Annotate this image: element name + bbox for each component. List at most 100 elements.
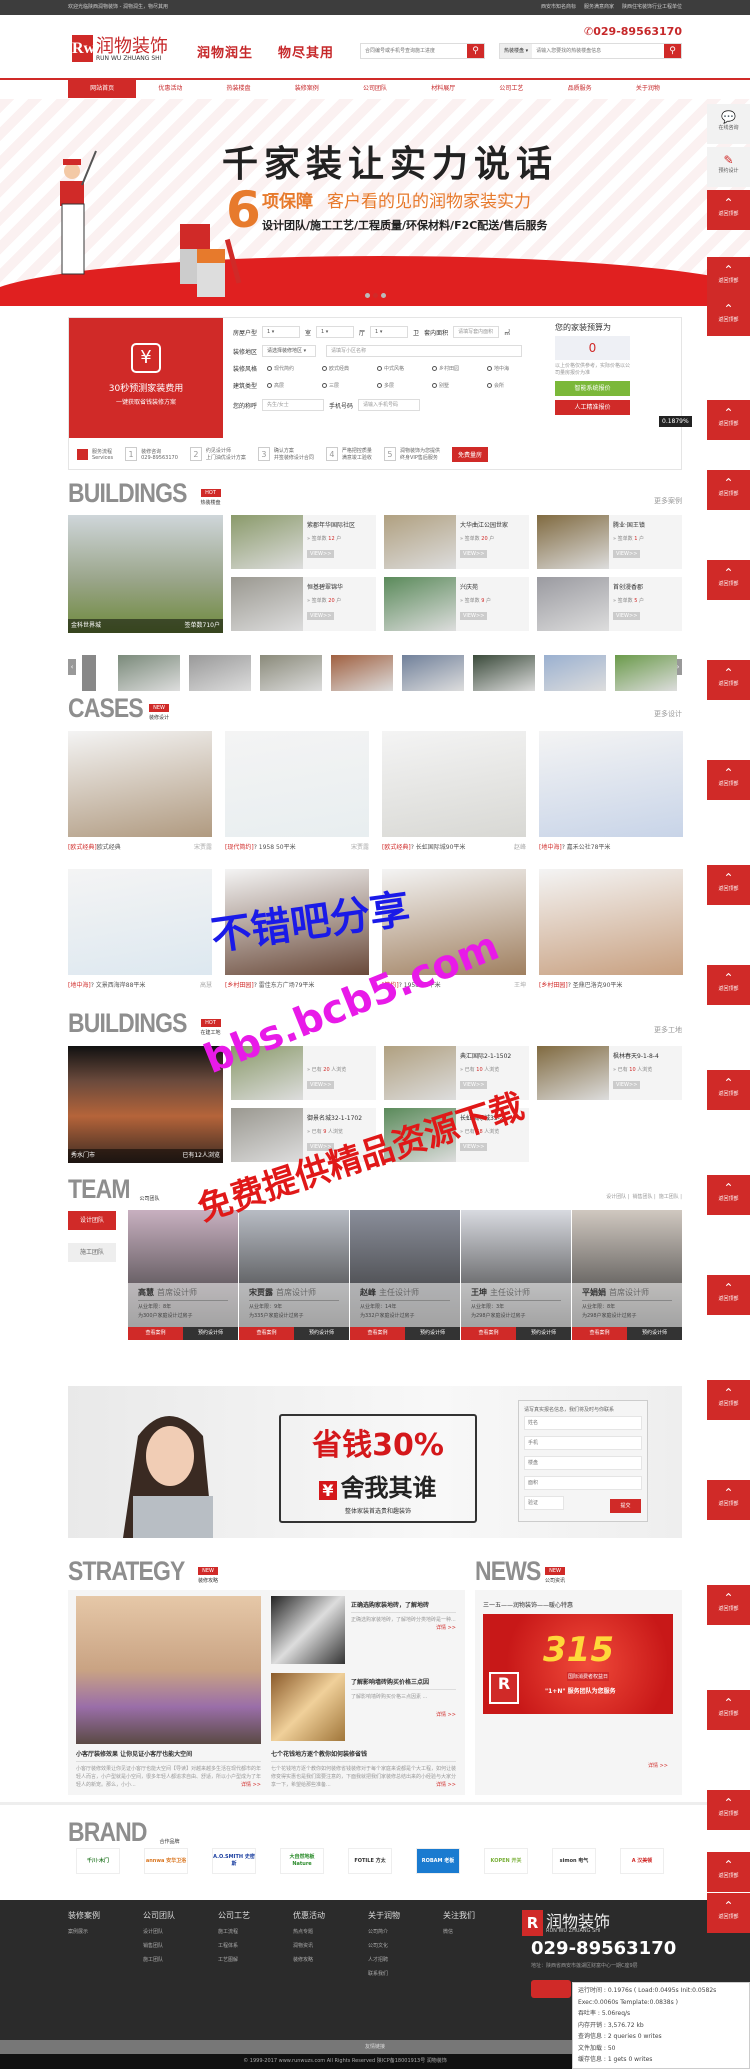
case-caption[interactable]: [简约]? 1958 66平米 王坤 — [382, 980, 526, 989]
team-member[interactable]: 平娟娟 首席设计师 从业年限：8年 为298户家庭设计过房子 查看案例 预约设计师 — [572, 1210, 682, 1340]
back-to-top-button[interactable]: ⌃ 返回顶部 — [707, 1893, 750, 1933]
card-info[interactable]: 首创漫香郡 » 签单数 5 户 VIEW>> — [609, 577, 682, 631]
brand-logo[interactable]: FOTILE 方太 — [348, 1848, 392, 1874]
style-radio[interactable]: 中式风格 — [377, 365, 427, 372]
free-measure-button[interactable]: 免费量房 — [451, 446, 488, 462]
case-image[interactable] — [539, 731, 683, 837]
building-type-radio[interactable]: 别墅 — [432, 382, 482, 389]
more-sites-link[interactable]: 更多工地 — [654, 1025, 682, 1035]
nav-item[interactable]: 关于润物 — [614, 80, 682, 98]
brand-logo[interactable]: A 汉美顿 — [620, 1848, 664, 1874]
team-member[interactable]: 宋贾露 首席设计师 从业年限：9年 为335户家庭设计过房子 查看案例 预约设计师 — [239, 1210, 349, 1340]
style-radio[interactable]: 现代简约 — [267, 365, 317, 372]
submit-button[interactable]: 提交 — [610, 1499, 641, 1513]
footer-link[interactable]: 人才招聘 — [368, 1956, 400, 1963]
style-radio[interactable]: 欧式经典 — [322, 365, 372, 372]
card-image[interactable] — [537, 577, 609, 631]
case-image[interactable] — [225, 731, 369, 837]
region-select[interactable]: 请选择装修地区 ▾ — [262, 345, 317, 357]
card-info[interactable]: 恒基碧翠锦华 » 签单数 20 户 VIEW>> — [303, 577, 376, 631]
slide-dot[interactable] — [381, 293, 386, 298]
brand-logo[interactable]: simon 电气 — [552, 1848, 596, 1874]
search-icon[interactable]: ⚲ — [467, 44, 484, 58]
thumbnail[interactable] — [402, 655, 464, 691]
progress-search-input[interactable] — [361, 44, 467, 58]
promo-field-0[interactable]: 姓名 — [524, 1416, 642, 1430]
building-type-radio[interactable]: 多层 — [377, 382, 427, 389]
top-link[interactable]: 陕西住宅装饰行业工程单位 — [622, 0, 682, 15]
back-to-top-button[interactable]: ⌃ 返回顶部 — [707, 1275, 750, 1315]
view-button[interactable]: VIEW>> — [613, 1081, 641, 1089]
strategy-main-image[interactable] — [76, 1596, 261, 1744]
feature-site-image[interactable]: 秀水门市 已有12人浏览 — [68, 1046, 223, 1163]
case-image[interactable] — [539, 869, 683, 975]
card-image[interactable] — [537, 515, 609, 569]
case-caption[interactable]: [乡村田园]? 雷佳东方广场79平米 — [225, 980, 369, 989]
community-input[interactable]: 请填写小区名称 — [326, 345, 523, 357]
case-caption[interactable]: [欧式经典]? 长虹国际城90平米 赵峰 — [382, 842, 526, 851]
footer-heading[interactable]: 关注我们 — [443, 1910, 475, 1921]
bath-select[interactable]: 1 ▾ — [370, 326, 409, 338]
case-caption[interactable]: [现代简约]? 1958 50平米 宋贾露 — [225, 842, 369, 851]
book-designer-button[interactable]: 预约设计师 — [405, 1327, 460, 1340]
back-to-top-button[interactable]: ⌃ 返回顶部 — [707, 1070, 750, 1110]
footer-link[interactable]: 微信 — [443, 1928, 475, 1935]
tab-design-team[interactable]: 设计团队 — [68, 1211, 116, 1230]
nav-item[interactable]: 装修案例 — [273, 80, 341, 98]
case-caption[interactable]: [地中海]? 嘉禾公社78平米 — [539, 842, 683, 851]
footer-heading[interactable]: 优惠活动 — [293, 1910, 325, 1921]
slide-dot[interactable] — [373, 293, 378, 298]
footer-link[interactable]: 润物资讯 — [293, 1942, 325, 1949]
building-type-radio[interactable]: 三层 — [322, 382, 372, 389]
footer-link[interactable]: 案例展示 — [68, 1928, 100, 1935]
back-to-top-button[interactable]: ⌃ 返回顶部 — [707, 1380, 750, 1420]
card-info[interactable]: 长虹国际城33-2- » 已有 58 人浏览 VIEW>> — [456, 1108, 529, 1162]
footer-heading[interactable]: 关于润物 — [368, 1910, 400, 1921]
thumbnail[interactable] — [189, 655, 251, 691]
building-search-input[interactable] — [532, 44, 664, 58]
book-designer-button[interactable]: 预约设计师 — [183, 1327, 238, 1340]
strategy-side-image[interactable] — [271, 1673, 345, 1741]
footer-link[interactable]: 施工团队 — [143, 1956, 175, 1963]
brand-logo[interactable]: 千川·木门 — [76, 1848, 120, 1874]
card-image[interactable] — [384, 515, 456, 569]
promo-field-2[interactable]: 楼盘 — [524, 1456, 642, 1470]
more-cases-link[interactable]: 更多案例 — [654, 496, 682, 506]
footer-link[interactable]: 公司文化 — [368, 1942, 400, 1949]
prev-arrow[interactable]: ‹ — [68, 659, 76, 675]
thumbnail[interactable] — [615, 655, 677, 691]
card-image[interactable] — [231, 1046, 303, 1100]
card-image[interactable] — [537, 1046, 609, 1100]
phone-input[interactable]: 请输入手机号码 — [358, 399, 421, 411]
footer-link[interactable]: 公司简介 — [368, 1928, 400, 1935]
card-image[interactable] — [231, 515, 303, 569]
strategy-side-item[interactable]: 了解影响墙砖购买价格三点因 了解影响墙砖购买价格三点因素 ... 详情 >> — [351, 1677, 456, 1718]
back-to-top-button[interactable]: ⌃ 返回顶部 — [707, 400, 750, 440]
back-to-top-button[interactable]: ⌃ 返回顶部 — [707, 1790, 750, 1830]
back-to-top-button[interactable]: ⌃ 返回顶部 — [707, 190, 750, 230]
name-input[interactable]: 先生/女士 — [262, 399, 325, 411]
footer-link[interactable]: 装修攻略 — [293, 1956, 325, 1963]
view-cases-button[interactable]: 查看案例 — [239, 1327, 294, 1340]
promo-field-4[interactable]: 验证 — [524, 1496, 564, 1510]
case-image[interactable] — [68, 869, 212, 975]
case-caption[interactable]: [欧式经典]欧式经典 宋贾露 — [68, 842, 212, 851]
case-caption[interactable]: [乡村田园]? 圣鼎巴洛克90平米 — [539, 980, 683, 989]
strategy-side-item[interactable]: 正确选购家装地砖，了解地砖 正确选购家装地砖，了解地砖分类地砖是一种... 详情 >… — [351, 1600, 456, 1631]
back-to-top-button[interactable]: ⌃ 返回顶部 — [707, 660, 750, 700]
search-icon[interactable]: ⚲ — [664, 44, 681, 58]
team-member[interactable]: 高慧 首席设计师 从业年限：8年 为300户家庭设计过房子 查看案例 预约设计师 — [128, 1210, 238, 1340]
thumbnail[interactable] — [260, 655, 322, 691]
top-link[interactable]: 西安市知名商标 — [541, 0, 576, 15]
footer-heading[interactable]: 公司团队 — [143, 1910, 175, 1921]
footer-link[interactable]: 热点专题 — [293, 1928, 325, 1935]
back-to-top-button[interactable]: ⌃ 返回顶部 — [707, 865, 750, 905]
card-info[interactable]: 典汇国际2-1-1502 » 已有 10 人浏览 VIEW>> — [456, 1046, 529, 1100]
strategy-main-item[interactable]: 小客厅装修效果 让你见证小客厅也能大空间 小客厅装修效果让你见证小客厅也能大空间【… — [76, 1749, 261, 1788]
case-image[interactable] — [382, 869, 526, 975]
more-designs-link[interactable]: 更多设计 — [654, 709, 682, 719]
book-designer-button[interactable]: 预约设计师 — [516, 1327, 571, 1340]
card-info[interactable]: 紫郡年华国际社区 » 签单数 12 户 VIEW>> — [303, 515, 376, 569]
case-caption[interactable]: [地中海]? 文景西海岸88平米 高慧 — [68, 980, 212, 989]
view-button[interactable]: VIEW>> — [460, 1081, 488, 1089]
